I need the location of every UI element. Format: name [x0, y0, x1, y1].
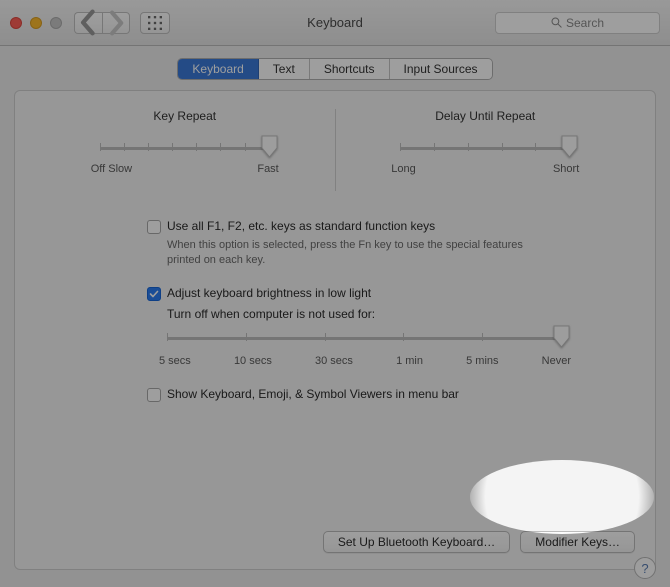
auto-brightness-label: Adjust keyboard brightness in low light — [167, 286, 371, 300]
tab-text[interactable]: Text — [259, 59, 310, 79]
back-button[interactable] — [74, 12, 102, 34]
show-viewers-row: Show Keyboard, Emoji, & Symbol Viewers i… — [147, 387, 631, 402]
slider-knob[interactable] — [553, 325, 570, 348]
prefpane-body: Keyboard Text Shortcuts Input Sources Ke… — [0, 46, 670, 587]
turnoff-slider-group — [167, 329, 562, 347]
close-window-button[interactable] — [10, 17, 22, 29]
window-controls — [10, 17, 62, 29]
turnoff-tick-labels: 5 secs 10 secs 30 secs 1 min 5 mins Neve… — [159, 355, 571, 367]
delay-min: Long — [391, 163, 415, 175]
minimize-window-button[interactable] — [30, 17, 42, 29]
zoom-window-button[interactable] — [50, 17, 62, 29]
delay-label: Delay Until Repeat — [435, 109, 535, 123]
fn-keys-checkbox[interactable] — [147, 220, 161, 234]
preferences-window: Keyboard Search Keyboard Text Shortcuts … — [0, 0, 670, 587]
key-repeat-min: Off Slow — [91, 163, 132, 175]
tab-shortcuts[interactable]: Shortcuts — [310, 59, 390, 79]
help-button[interactable]: ? — [634, 557, 656, 579]
auto-brightness-checkbox[interactable] — [147, 287, 161, 301]
check-icon — [149, 289, 159, 299]
modifier-keys-button[interactable]: Modifier Keys… — [520, 531, 635, 553]
bluetooth-keyboard-button[interactable]: Set Up Bluetooth Keyboard… — [323, 531, 510, 553]
forward-button[interactable] — [102, 12, 130, 34]
keyboard-panel: Key Repeat Off Slow Fast Del — [14, 90, 656, 570]
search-input[interactable]: Search — [495, 12, 660, 34]
options-block: Use all F1, F2, etc. keys as standard fu… — [147, 219, 631, 402]
search-icon — [551, 17, 562, 28]
show-viewers-label: Show Keyboard, Emoji, & Symbol Viewers i… — [167, 387, 459, 401]
slider-knob[interactable] — [561, 135, 578, 158]
tab-bar: Keyboard Text Shortcuts Input Sources — [14, 58, 656, 80]
fn-keys-hint: When this option is selected, press the … — [167, 238, 527, 268]
delay-max: Short — [553, 163, 579, 175]
show-viewers-checkbox[interactable] — [147, 388, 161, 402]
bottom-buttons: Set Up Bluetooth Keyboard… Modifier Keys… — [323, 531, 635, 553]
key-repeat-max: Fast — [257, 163, 278, 175]
titlebar: Keyboard Search — [0, 0, 670, 46]
key-repeat-group: Key Repeat Off Slow Fast — [39, 109, 331, 191]
tab-input-sources[interactable]: Input Sources — [390, 59, 492, 79]
turnoff-label: Turn off when computer is not used for: — [167, 307, 631, 321]
key-repeat-slider[interactable] — [100, 139, 270, 157]
search-placeholder: Search — [566, 16, 604, 30]
auto-brightness-row: Adjust keyboard brightness in low light — [147, 286, 631, 301]
repeat-sliders-row: Key Repeat Off Slow Fast Del — [39, 109, 631, 191]
fn-keys-row: Use all F1, F2, etc. keys as standard fu… — [147, 219, 631, 234]
fn-keys-label: Use all F1, F2, etc. keys as standard fu… — [167, 219, 435, 233]
slider-knob[interactable] — [261, 135, 278, 158]
delay-slider[interactable] — [400, 139, 570, 157]
tab-keyboard[interactable]: Keyboard — [178, 59, 258, 79]
turnoff-slider[interactable] — [167, 329, 562, 347]
delay-group: Delay Until Repeat Long Short — [340, 109, 632, 191]
slider-divider — [335, 109, 336, 191]
nav-buttons — [74, 12, 130, 34]
show-all-button[interactable] — [140, 12, 170, 34]
key-repeat-label: Key Repeat — [153, 109, 216, 123]
